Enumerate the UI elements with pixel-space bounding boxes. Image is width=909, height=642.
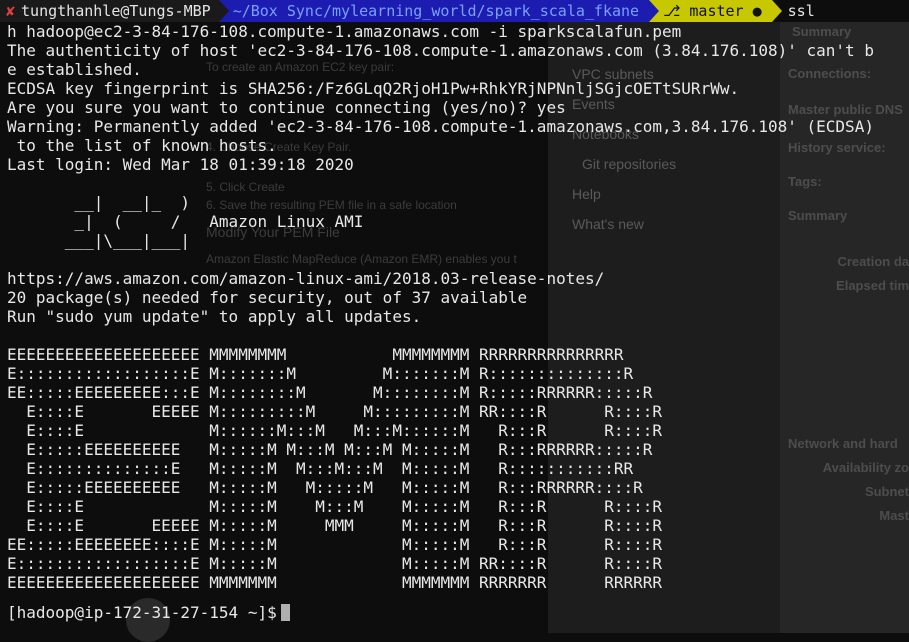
terminal-line: E::::::::::::::::::E M:::::M M:::::M RR:… xyxy=(7,554,663,573)
terminal-line: E::::E EEEEE M:::::::::M M:::::::::M RR:… xyxy=(7,402,663,421)
shell-prompt: [hadoop@ip-172-31-27-154 ~]$ xyxy=(7,603,277,622)
terminal-line: The authenticity of host 'ec2-3-84-176-1… xyxy=(7,41,874,60)
text-cursor xyxy=(280,604,290,621)
prompt-branch: master xyxy=(689,2,744,20)
terminal-line: E::::E M::::::M:::M M:::M::::::M R:::R R… xyxy=(7,421,663,440)
terminal-line: ___|\___|___| xyxy=(7,231,191,250)
powerline-separator-icon xyxy=(649,0,660,22)
terminal-line: h hadoop@ec2-3-84-176-108.compute-1.amaz… xyxy=(7,22,682,41)
prompt-user: tungthanhle@Tungs-MBP xyxy=(21,2,211,20)
terminal-line: EEEEEEEEEEEEEEEEEEEE MMMMMMMM MMMMMMMM R… xyxy=(7,345,624,364)
powerline-separator-icon xyxy=(771,0,782,22)
terminal-line: E::::E M:::::M M:::M M:::::M R:::R R::::… xyxy=(7,497,663,516)
terminal-line: _| ( / Amazon Linux AMI xyxy=(7,212,364,231)
terminal-line: ECDSA key fingerprint is SHA256:/Fz6GLqQ… xyxy=(7,79,740,98)
terminal-line: E::::::::::::::E M:::::M M:::M:::M M::::… xyxy=(7,459,634,478)
terminal-line: EE:::::EEEEEEEE::::E M:::::M M:::::M R::… xyxy=(7,535,663,554)
terminal-line: E:::::EEEEEEEEEE M:::::M M:::M M:::M M::… xyxy=(7,440,653,459)
git-branch-icon: ⎇ xyxy=(663,2,690,20)
powerline-separator-icon xyxy=(218,0,229,22)
terminal-line: 20 package(s) needed for security, out o… xyxy=(7,288,528,307)
prompt-path-segment: ~/Box Sync/mylearning_world/spark_scala_… xyxy=(228,0,650,22)
terminal-input-line[interactable]: [hadoop@ip-172-31-27-154 ~]$ xyxy=(7,603,290,622)
terminal-line: https://aws.amazon.com/amazon-linux-ami/… xyxy=(7,269,605,288)
terminal-line: e established. xyxy=(7,60,142,79)
terminal-line: Warning: Permanently added 'ec2-3-84-176… xyxy=(7,117,874,136)
terminal-line: Run "sudo yum update" to apply all updat… xyxy=(7,307,422,326)
terminal-line: Last login: Wed Mar 18 01:39:18 2020 xyxy=(7,155,354,174)
terminal-line: E::::::::::::::::::E M:::::::M M:::::::M… xyxy=(7,364,634,383)
terminal-line: E:::::EEEEEEEEEE M:::::M M:::::M M:::::M… xyxy=(7,478,643,497)
terminal-line: E::::E EEEEE M:::::M MMM M:::::M R:::R R… xyxy=(7,516,663,535)
error-status-icon: ✘ xyxy=(6,2,16,20)
prompt-git-segment: ⎇ master ● xyxy=(659,0,772,22)
terminal-line: to the list of known hosts. xyxy=(7,136,277,155)
git-dirty-icon: ● xyxy=(743,2,762,20)
terminal-line: __| __|_ ) xyxy=(7,193,191,212)
prompt-command-tail: ssl xyxy=(787,2,815,20)
prompt-path: ~/Box Sync/mylearning_world/spark_scala_… xyxy=(232,2,640,20)
terminal-line: EE:::::EEEEEEEEE:::E M::::::::M M:::::::… xyxy=(7,383,653,402)
terminal-line: Are you sure you want to continue connec… xyxy=(7,98,566,117)
shell-prompt-bar: ✘ tungthanhle@Tungs-MBP ~/Box Sync/mylea… xyxy=(0,0,909,22)
prompt-user-segment: ✘ tungthanhle@Tungs-MBP xyxy=(0,0,219,22)
terminal-line: EEEEEEEEEEEEEEEEEEEE MMMMMMM MMMMMMM RRR… xyxy=(7,573,663,592)
terminal-output[interactable]: h hadoop@ec2-3-84-176-108.compute-1.amaz… xyxy=(7,22,909,633)
